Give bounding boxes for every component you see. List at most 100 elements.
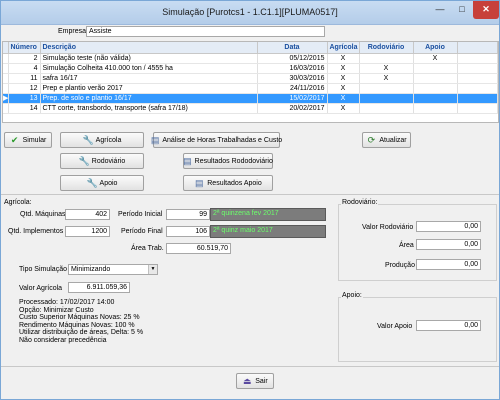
col-data-header[interactable]: Data (257, 42, 328, 54)
table-row[interactable]: 4 Simulação Colheita 410.000 ton / 4555 h… (3, 63, 498, 74)
check-icon: ✔ (10, 134, 19, 145)
periodo-inicial-desc: 2ª quinzena fev 2017 (210, 208, 326, 221)
cell-filler (457, 73, 498, 84)
valor-apoio-field[interactable]: 0,00 (416, 320, 481, 331)
filler-header (457, 42, 498, 54)
wrench-icon: 🔧 (78, 155, 90, 166)
analise-button[interactable]: ▤ Análise de Horas Trabalhadas e Custo (151, 132, 282, 148)
table-row[interactable]: 12 Prep e plantio verão 2017 24/11/2016 X (3, 83, 498, 94)
apoio-button-label: Apoio (99, 179, 118, 187)
area-trab-field[interactable]: 60.519,70 (166, 243, 231, 254)
cell-rodoviario (359, 53, 414, 64)
maximize-button[interactable]: □ (451, 1, 473, 19)
periodo-final-desc: 2ª quinz maio 2017 (210, 225, 326, 238)
table-row[interactable]: ▶ 13 Prep. de solo e plantio 16/17 15/02/20… (3, 93, 498, 104)
info-line: Processado: 17/02/2017 14:00 (19, 299, 115, 306)
table-row[interactable]: 11 safra 16/17 30/03/2016 X X (3, 73, 498, 84)
sair-button-label: Sair (255, 377, 268, 385)
resultados-apoio-button-label: Resultados Apoio (207, 179, 262, 187)
cell-agricola: X (327, 73, 360, 84)
apoio-button[interactable]: 🔧 Apoio (60, 175, 144, 191)
wrench-icon: 🔧 (86, 177, 98, 188)
agricola-button-label: Agrícola (95, 136, 122, 144)
cell-filler (457, 63, 498, 74)
area-field[interactable]: 0,00 (416, 239, 481, 250)
qtd-maquinas-field[interactable]: 402 (65, 209, 110, 220)
tipo-simulacao-value: Minimizando (71, 266, 111, 273)
cell-data: 05/12/2015 (257, 53, 328, 64)
cell-numero: 12 (8, 83, 41, 94)
sair-button[interactable]: ⏏ Sair (236, 373, 274, 389)
cell-descricao: CTT corte, transbordo, transporte (safra… (40, 103, 258, 114)
info-line: Utilizar distribuição de áreas, Delta: 5… (19, 329, 144, 336)
qtd-implementos-field[interactable]: 1200 (65, 226, 110, 237)
info-line: Custo Superior Máquinas Novas: 25 % (19, 314, 140, 321)
window-title: Simulação [Purotcs1 - 1.C1.1][PLUMA0517] (162, 7, 338, 17)
cell-data: 16/03/2016 (257, 63, 328, 74)
cell-numero: 14 (8, 103, 41, 114)
simular-button[interactable]: ✔ Simular (4, 132, 52, 148)
document-icon: ▤ (194, 177, 204, 188)
cell-agricola: X (327, 103, 360, 114)
valor-rodoviario-field[interactable]: 0,00 (416, 221, 481, 232)
close-button[interactable]: ✕ (473, 1, 499, 19)
simulacao-window: Simulação [Purotcs1 - 1.C1.1][PLUMA0517]… (0, 0, 500, 400)
col-descricao-header[interactable]: Descrição (40, 42, 258, 54)
cell-rodoviario: X (359, 73, 414, 84)
resultados-apoio-button[interactable]: ▤ Resultados Apoio (183, 175, 273, 191)
cell-numero: 2 (8, 53, 41, 64)
valor-agricola-field[interactable]: 6.911.059,36 (68, 282, 130, 293)
table-row[interactable]: 2 Simulação teste (não válida) 05/12/2015 X… (3, 53, 498, 64)
cell-data: 30/03/2016 (257, 73, 328, 84)
periodo-final-field[interactable]: 106 (166, 226, 210, 237)
wrench-icon: 🔧 (82, 134, 94, 145)
empresa-field[interactable]: Assiste (86, 26, 325, 37)
apoio-section-label: Apoio: (341, 292, 363, 299)
atualizar-button[interactable]: ⟳ Atualizar (362, 132, 411, 148)
cell-apoio (413, 83, 458, 94)
periodo-inicial-field[interactable]: 99 (166, 209, 210, 220)
document-icon: ▤ (183, 155, 192, 166)
simular-button-label: Simular (22, 136, 47, 144)
agricola-button[interactable]: 🔧 Agrícola (60, 132, 144, 148)
processing-info: Processado: 17/02/2017 14:00 Opção: Mini… (19, 299, 143, 344)
info-line: Não considerar precedência (19, 336, 107, 344)
resultados-rodoviario-button-label: Resultados Rododoviário (194, 157, 273, 165)
cell-agricola: X (327, 83, 360, 94)
cell-apoio: X (413, 53, 458, 64)
rodoviario-button[interactable]: 🔧 Rodoviário (60, 153, 144, 169)
divider (1, 194, 499, 195)
qtd-maquinas-label: Qtd. Máquinas (20, 211, 66, 218)
info-line: Rendimento Máquinas Novas: 100 % (19, 321, 135, 329)
col-agricola-header[interactable]: Agrícola (327, 42, 360, 54)
chevron-down-icon[interactable]: ▼ (148, 265, 157, 274)
periodo-inicial-label: Período Inicial (118, 211, 163, 218)
rodoviario-button-label: Rodoviário (91, 157, 126, 165)
tipo-simulacao-select[interactable]: Minimizando ▼ (68, 264, 158, 275)
col-numero-header[interactable]: Número (8, 42, 41, 54)
cell-apoio (413, 63, 458, 74)
rodoviario-section-label: Rodoviário: (341, 199, 379, 206)
cell-descricao: Simulação teste (não válida) (40, 53, 258, 64)
valor-apoio-label: Valor Apoio (377, 323, 413, 330)
area-label: Área (399, 242, 414, 249)
col-rodoviario-header[interactable]: Rodoviário (359, 42, 414, 54)
cell-numero: 4 (8, 63, 41, 74)
cell-rodoviario (359, 83, 414, 94)
refresh-icon: ⟳ (367, 134, 376, 145)
cell-descricao: Prep. de solo e plantio 16/17 (40, 93, 258, 104)
qtd-implementos-label: Qtd. Implementos (8, 228, 64, 235)
area-trab-label: Área Trab. (131, 245, 164, 252)
cell-agricola: X (327, 53, 360, 64)
cell-rodoviario (359, 93, 414, 104)
cell-filler (457, 53, 498, 64)
minimize-button[interactable]: — (429, 1, 451, 19)
col-apoio-header[interactable]: Apoio (413, 42, 458, 54)
title-bar: Simulação [Purotcs1 - 1.C1.1][PLUMA0517]… (1, 1, 499, 25)
resultados-rodoviario-button[interactable]: ▤ Resultados Rododoviário (183, 153, 273, 169)
table-row[interactable]: 14 CTT corte, transbordo, transporte (saf… (3, 103, 498, 114)
cell-numero: 13 (8, 93, 41, 104)
producao-field[interactable]: 0,00 (416, 259, 481, 270)
cell-data: 24/11/2016 (257, 83, 328, 94)
cell-numero: 11 (8, 73, 41, 84)
